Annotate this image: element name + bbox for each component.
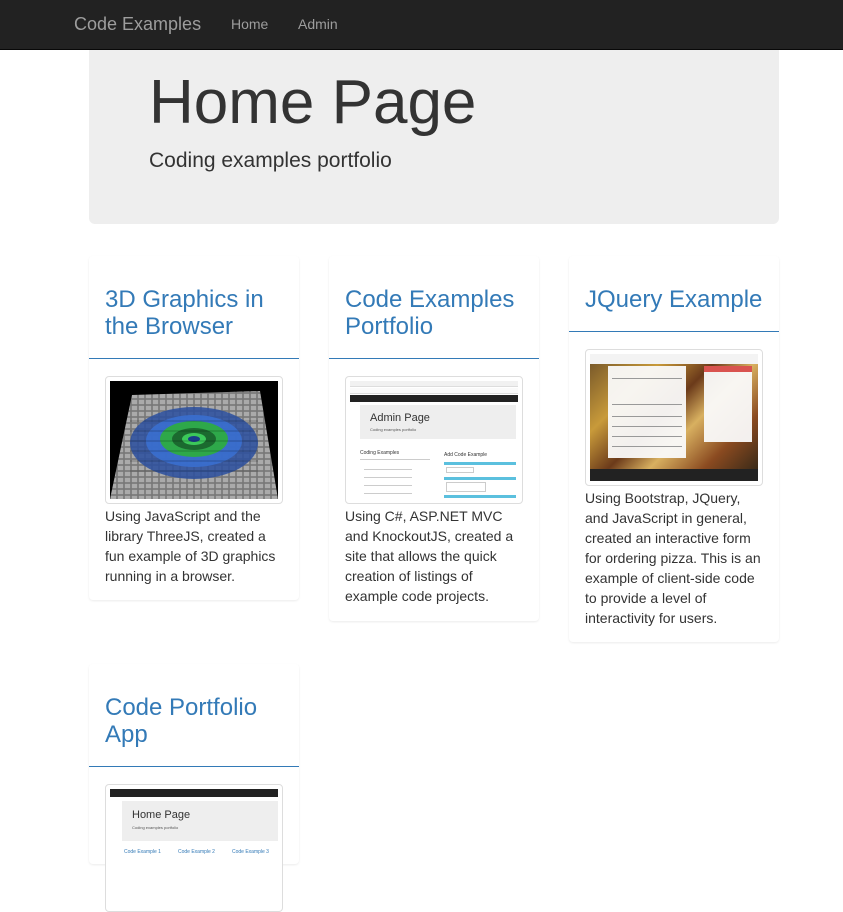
page-title: Home Page <box>149 68 477 137</box>
nav-link-home[interactable]: Home <box>231 15 268 33</box>
card-title-code-portfolio-app[interactable]: Code Portfolio App <box>89 664 299 767</box>
thumb-home-subtitle: Coding examples portfolio <box>132 825 179 830</box>
thumb-admin-right-label: Add Code Example <box>444 452 488 458</box>
card-title-jquery-example[interactable]: JQuery Example <box>569 256 779 332</box>
card-title-code-examples-portfolio[interactable]: Code Examples Portfolio <box>329 256 539 359</box>
card-description-3d-graphics: Using JavaScript and the library ThreeJS… <box>105 508 276 584</box>
card-description-jquery-example: Using Bootstrap, JQuery, and JavaScript … <box>585 490 761 626</box>
top-navbar: Code Examples Home Admin <box>0 0 843 50</box>
thumbnail-admin-page[interactable]: Admin Page Coding examples portfolio Cod… <box>345 376 523 504</box>
3d-wave-image <box>110 381 278 499</box>
thumb-home-link-2: Code Example 2 <box>178 849 215 855</box>
thumb-home-link-3: Code Example 3 <box>232 849 269 855</box>
thumb-admin-subtitle: Coding examples portfolio <box>370 427 417 432</box>
nav-link-admin[interactable]: Admin <box>298 15 338 33</box>
thumb-admin-left-label: Coding Examples <box>360 450 400 456</box>
thumbnail-pizza-form[interactable] <box>585 349 763 486</box>
card-description-code-examples-portfolio: Using C#, ASP.NET MVC and KnockoutJS, cr… <box>345 508 514 604</box>
jumbotron: Home Page Coding examples portfolio <box>89 50 779 224</box>
navbar-brand[interactable]: Code Examples <box>74 13 201 35</box>
thumb-home-link-1: Code Example 1 <box>124 849 161 855</box>
thumb-admin-title: Admin Page <box>370 412 430 424</box>
card-code-examples-portfolio: Code Examples Portfolio Admin Page Codin… <box>329 256 539 621</box>
card-title-3d-graphics[interactable]: 3D Graphics in the Browser <box>89 256 299 359</box>
card-jquery-example: JQuery Example Using Bootstrap, JQuery, … <box>569 256 779 642</box>
page-subtitle: Coding examples portfolio <box>149 149 392 172</box>
thumbnail-home-page[interactable]: Home Page Coding examples portfolio Code… <box>105 784 283 912</box>
thumbnail-3d-graphics[interactable] <box>105 376 283 504</box>
card-3d-graphics: 3D Graphics in the Browser Using JavaScr… <box>89 256 299 600</box>
card-code-portfolio-app: Code Portfolio App Home Page Coding exam… <box>89 664 299 912</box>
thumb-home-title: Home Page <box>132 809 191 821</box>
